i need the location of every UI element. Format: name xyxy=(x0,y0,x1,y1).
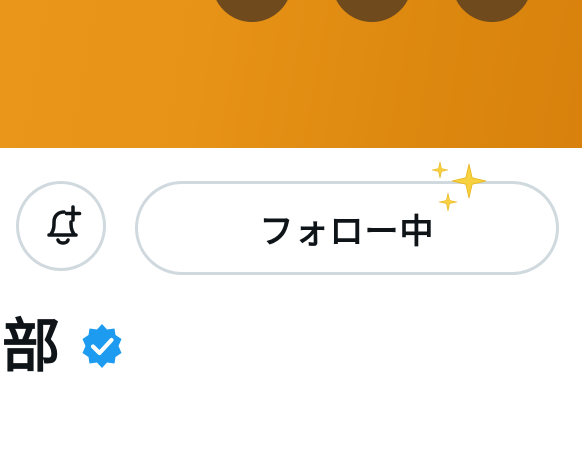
sparkles-icon xyxy=(431,161,487,212)
following-button[interactable]: フォロー中 xyxy=(135,181,559,275)
banner-overlay-circle-left xyxy=(212,0,292,22)
banner-overlay-circle-middle xyxy=(332,0,412,22)
notification-bell-button[interactable] xyxy=(16,181,106,271)
verified-badge-icon[interactable] xyxy=(78,322,126,370)
profile-name-row: 部 xyxy=(0,311,126,381)
profile-banner[interactable] xyxy=(0,0,582,148)
profile-display-name: 部 xyxy=(2,312,61,380)
bell-plus-icon xyxy=(47,205,82,245)
following-button-label: フォロー中 xyxy=(259,211,435,252)
banner-overlay-circle-right xyxy=(452,0,532,22)
